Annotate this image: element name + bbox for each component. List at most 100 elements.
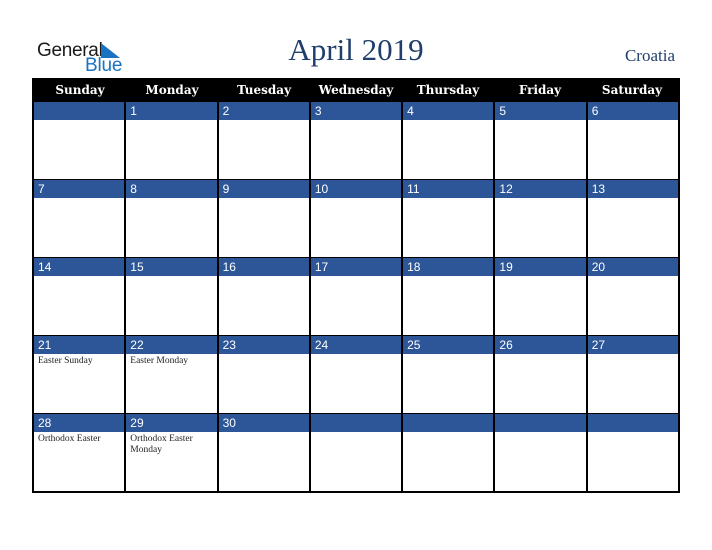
day-number: 27 [587,336,678,354]
day-number [587,414,678,432]
weekday-header: Saturday [601,83,663,97]
weekday-header: Thursday [416,83,480,97]
day-number: 28 [34,414,125,432]
day-cell[interactable]: 16 [216,258,309,335]
day-cell[interactable]: 14 [34,258,125,335]
day-cell[interactable]: 17 [308,258,402,335]
weekday-header: Sunday [55,83,105,97]
day-cell[interactable]: 22 Easter Monday [124,336,217,413]
day-cell[interactable]: 13 [585,180,678,257]
day-cell[interactable]: 29 Orthodox Easter Monday [124,414,217,491]
holiday-label [126,276,216,278]
day-number: 11 [403,180,494,198]
day-number: 5 [495,102,586,120]
day-number [403,414,494,432]
day-cell[interactable]: 21 Easter Sunday [34,336,125,413]
day-cell[interactable]: 26 [493,336,586,413]
day-cell[interactable]: 4 [401,102,494,179]
day-cell[interactable]: 11 [401,180,494,257]
calendar-grid: Sunday Monday Tuesday Wednesday Thursday… [32,78,680,493]
day-cell[interactable]: 15 [124,258,217,335]
day-cell[interactable]: 25 [401,336,494,413]
day-number: 15 [126,258,217,276]
day-cell[interactable] [493,414,586,491]
day-cell[interactable]: 9 [216,180,309,257]
holiday-label [403,354,493,356]
holiday-label [495,432,585,434]
holiday-label [219,354,309,356]
day-number: 26 [495,336,586,354]
holiday-label [495,120,585,122]
week-row: 28 Orthodox Easter 29 Orthodox Easter Monda… [34,413,678,491]
day-cell[interactable]: 7 [34,180,125,257]
day-cell[interactable]: 27 [585,336,678,413]
day-cell[interactable]: 28 Orthodox Easter [34,414,125,491]
day-cell[interactable]: 23 [216,336,309,413]
holiday-label [588,354,678,356]
day-cell[interactable]: 19 [493,258,586,335]
day-number: 2 [218,102,309,120]
holiday-label [311,432,401,434]
day-number: 25 [403,336,494,354]
day-number: 8 [126,180,217,198]
day-cell[interactable] [308,414,402,491]
holiday-label [588,198,678,200]
weekday-header: Friday [518,83,562,97]
country-label: Croatia [624,46,675,65]
weekday-header-row: Sunday Monday Tuesday Wednesday Thursday… [34,78,678,102]
day-number: 21 [34,336,125,354]
holiday-label [34,198,124,200]
holiday-label [126,198,216,200]
day-number: 20 [587,258,678,276]
day-number: 22 [126,336,217,354]
day-cell[interactable]: 1 [124,102,217,179]
day-cell[interactable]: 20 [585,258,678,335]
day-number [310,414,402,432]
day-cell[interactable]: 5 [493,102,586,179]
holiday-label [588,276,678,278]
holiday-label [403,120,493,122]
holiday-label [126,120,216,122]
holiday-label [311,120,401,122]
day-number: 13 [587,180,678,198]
day-cell[interactable]: 10 [308,180,402,257]
day-number: 16 [218,258,309,276]
day-cell[interactable]: 2 [216,102,309,179]
holiday-label [219,198,309,200]
day-number: 29 [126,414,217,432]
day-cell[interactable]: 30 [216,414,309,491]
day-cell[interactable]: 6 [585,102,678,179]
weekday-header: Wednesday [318,83,394,97]
holiday-label [588,432,678,434]
holiday-label: Orthodox Easter Monday [130,434,193,455]
day-cell[interactable] [585,414,678,491]
calendar-title: April 2019 [288,32,424,67]
week-row: 7 8 9 10 11 12 13 [34,179,678,257]
day-number: 14 [34,258,125,276]
day-number: 19 [495,258,586,276]
holiday-label [34,120,124,122]
holiday-label [34,276,124,278]
day-number: 3 [310,102,402,120]
holiday-label: Orthodox Easter [38,434,101,444]
day-number: 23 [218,336,309,354]
holiday-label [219,120,309,122]
day-number: 7 [34,180,125,198]
holiday-label [311,276,401,278]
day-cell[interactable]: 24 [308,336,402,413]
day-number: 12 [495,180,586,198]
day-cell[interactable]: 3 [308,102,402,179]
day-cell[interactable]: 18 [401,258,494,335]
day-cell[interactable] [401,414,494,491]
holiday-label [588,120,678,122]
day-number: 18 [403,258,494,276]
holiday-label [219,432,309,434]
holiday-label [495,354,585,356]
weekday-header: Tuesday [236,83,292,97]
day-cell[interactable]: 12 [493,180,586,257]
week-row: 14 15 16 17 18 19 20 [34,257,678,335]
week-row: 21 Easter Sunday 22 Easter Monday 23 24 25 26 27 [34,335,678,413]
week-row: 123456 [34,102,678,179]
day-cell[interactable]: 8 [124,180,217,257]
day-cell[interactable] [34,102,125,179]
